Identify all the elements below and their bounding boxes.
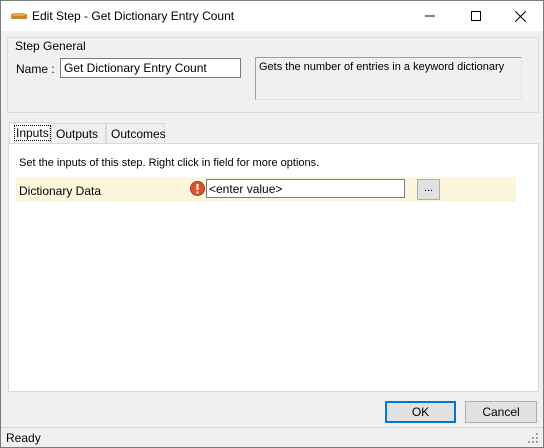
error-icon: [190, 181, 205, 196]
tab-outcomes-label: Outcomes: [111, 127, 166, 141]
close-icon: [514, 10, 526, 22]
window-title: Edit Step - Get Dictionary Entry Count: [32, 9, 235, 23]
close-button[interactable]: [497, 1, 543, 31]
ok-button[interactable]: OK: [385, 401, 456, 423]
browse-button[interactable]: ...: [417, 179, 440, 200]
tab-inputs[interactable]: Inputs: [9, 122, 51, 144]
tab-outputs[interactable]: Outputs: [51, 123, 106, 143]
step-icon: [11, 13, 27, 19]
maximize-button[interactable]: [453, 1, 499, 31]
step-general-legend: Step General: [15, 39, 86, 53]
status-text: Ready: [6, 431, 41, 445]
maximize-icon: [471, 11, 481, 21]
name-field[interactable]: [60, 58, 241, 78]
minimize-icon: [425, 15, 435, 17]
title-bar[interactable]: Edit Step - Get Dictionary Entry Count: [1, 1, 543, 31]
minimize-button[interactable]: [407, 1, 453, 31]
description-box: Gets the number of entries in a keyword …: [255, 57, 522, 100]
dictionary-data-input[interactable]: [206, 179, 405, 198]
inputs-instructions: Set the inputs of this step. Right click…: [19, 157, 320, 169]
parameter-label-dictionary-data: Dictionary Data: [19, 184, 102, 198]
tab-outputs-label: Outputs: [56, 127, 99, 141]
tab-outcomes[interactable]: Outcomes: [106, 123, 166, 143]
resize-grip-icon[interactable]: [527, 432, 539, 444]
tab-inputs-label: Inputs: [14, 125, 51, 141]
edit-step-dialog: Edit Step - Get Dictionary Entry Count S…: [0, 0, 544, 448]
name-label: Name :: [16, 62, 55, 76]
status-bar: [1, 427, 543, 447]
cancel-button[interactable]: Cancel: [465, 401, 537, 423]
